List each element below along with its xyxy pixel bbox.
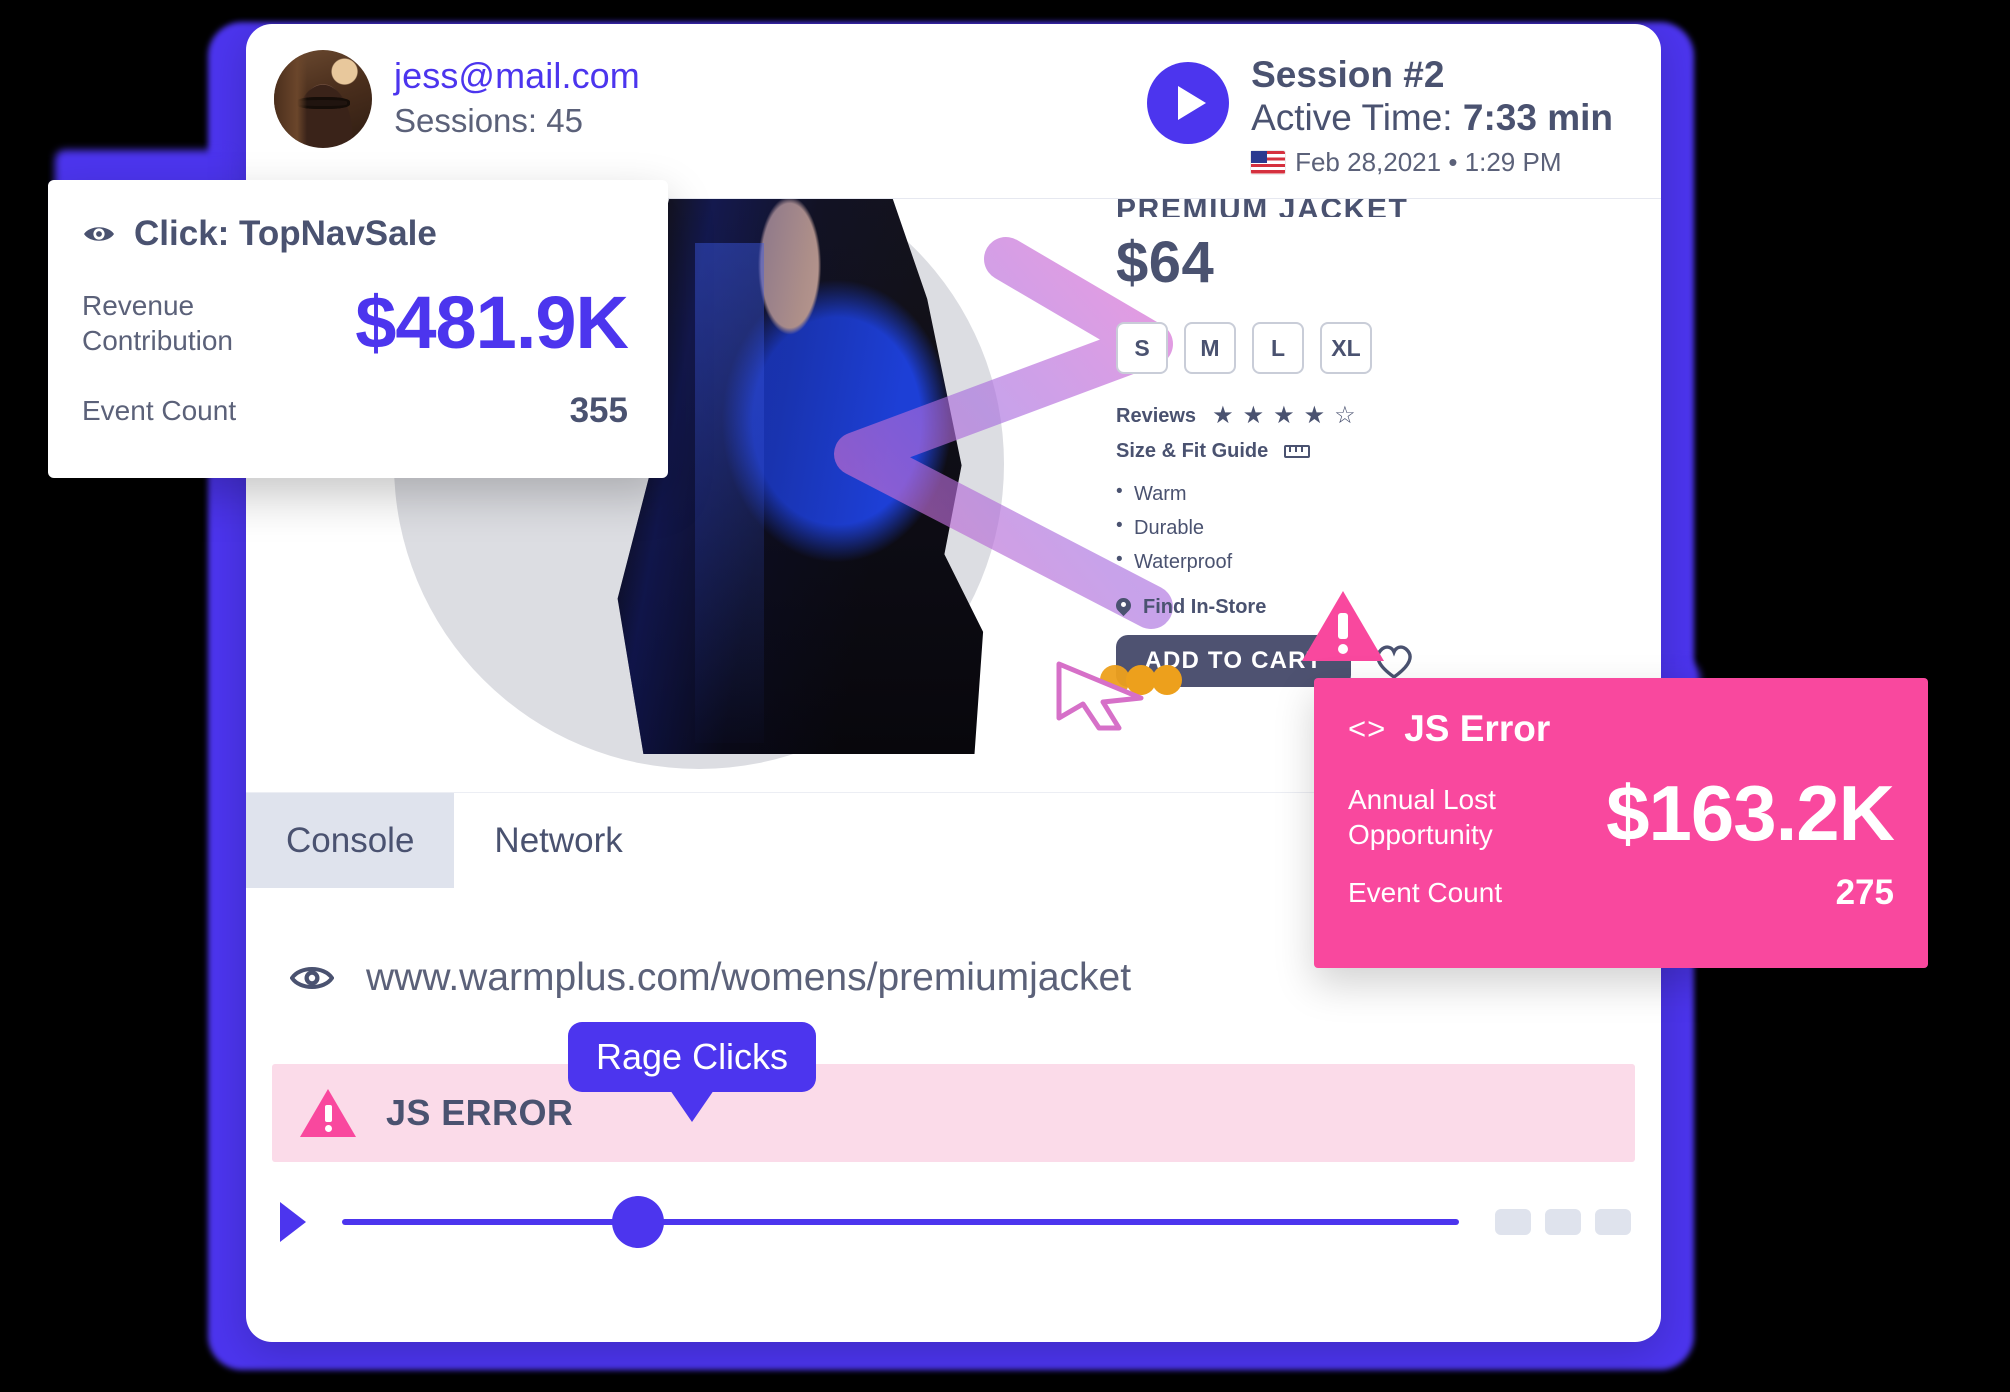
timeline-scrubber[interactable] [612,1196,664,1248]
rage-clicks-tooltip: Rage Clicks [568,1022,817,1122]
size-option-xl[interactable]: XL [1320,322,1372,374]
product-price: $64 [1116,230,1215,295]
product-name: PREMIUM JACKET [1116,199,1409,217]
revenue-contribution-value: $481.9K [355,281,629,364]
tab-console[interactable]: Console [246,793,455,888]
click-event-tooltip: Click: TopNavSale Revenue Contribution $… [48,180,668,478]
timeline-thumbnail[interactable] [1545,1209,1581,1235]
timeline-thumbnail[interactable] [1595,1209,1631,1235]
js-error-tooltip-metric: Annual Lost Opportunity $163.2K [1348,768,1895,859]
playback-timeline [246,1162,1661,1248]
reviews-label: Reviews [1116,404,1197,427]
size-option-s[interactable]: S [1116,322,1168,374]
page-url[interactable]: www.warmplus.com/womens/premiumjacket [366,956,1131,1000]
avatar [274,50,372,148]
us-flag-icon [1251,150,1286,174]
session-block: Session #2 Active Time: 7:33 min Feb 28,… [1147,50,1613,178]
warning-triangle-icon [1302,591,1384,661]
event-count-value: 355 [569,391,628,430]
timeline-play-button[interactable] [280,1202,306,1242]
js-error-tooltip-header: <> JS Error [1348,708,1894,750]
click-tooltip-header: Click: TopNavSale [82,214,628,254]
timeline-track[interactable] [342,1196,1459,1248]
star-empty-icon: ☆ [1334,402,1356,429]
size-fit-guide[interactable]: Size & Fit Guide [1116,440,1586,463]
revenue-contribution-label: Revenue Contribution [82,289,233,356]
eye-icon [84,227,114,241]
session-title: Session #2 [1251,54,1445,95]
js-error-event-bar[interactable]: JS ERROR Rage Clicks [272,1022,1635,1162]
session-active-time: Active Time: 7:33 min [1251,96,1613,140]
feature-item: Waterproof [1116,549,1586,574]
star-filled-icon: ★ [1212,402,1234,429]
user-block: jess@mail.com Sessions: 45 [274,50,640,148]
product-details: PREMIUM JACKET $64 S M L XL Reviews ★ ★ … [1100,199,1586,695]
js-error-label: JS ERROR [386,1092,574,1133]
tab-network[interactable]: Network [454,793,662,888]
feature-item: Durable [1116,515,1586,540]
annual-lost-opportunity-label: Annual Lost Opportunity [1348,784,1496,850]
product-features: Warm Durable Waterproof [1116,481,1586,574]
event-count-label: Event Count [82,395,237,426]
timeline-thumbnail[interactable] [1495,1209,1531,1235]
star-rating: ★ ★ ★ ★ ☆ [1212,404,1356,428]
user-session-count: Sessions: 45 [394,102,583,140]
map-pin-icon [1116,598,1131,618]
size-option-m[interactable]: M [1184,322,1236,374]
size-selector: S M L XL [1116,322,1586,374]
js-error-tooltip: <> JS Error Annual Lost Opportunity $163… [1314,678,1928,968]
size-option-l[interactable]: L [1252,322,1304,374]
session-date-row: Feb 28,2021 • 1:29 PM [1251,147,1613,178]
annual-lost-opportunity-value: $163.2K [1606,769,1895,857]
js-error-tooltip-title: JS Error [1404,708,1551,749]
active-time-value: 7:33 min [1462,97,1613,139]
js-error-tooltip-count: Event Count 275 [1348,873,1894,913]
session-header: jess@mail.com Sessions: 45 Session #2 Ac… [246,24,1661,199]
ruler-icon [1284,445,1311,458]
code-brackets-icon: <> [1348,711,1387,746]
find-in-store-label: Find In-Store [1143,596,1267,618]
star-filled-icon: ★ [1303,402,1326,429]
size-fit-label: Size & Fit Guide [1116,440,1269,462]
star-filled-icon: ★ [1273,402,1295,429]
play-session-button[interactable] [1147,62,1230,144]
active-time-label: Active Time: [1251,97,1453,139]
event-count-value: 275 [1835,873,1894,912]
click-tooltip-metric: Revenue Contribution $481.9K [82,280,629,365]
timeline-thumbnails [1495,1209,1631,1235]
reviews-row[interactable]: Reviews ★ ★ ★ ★ ☆ [1116,404,1586,428]
play-icon [1178,86,1207,120]
click-tooltip-count: Event Count 355 [82,391,628,431]
star-filled-icon: ★ [1242,402,1265,429]
click-tooltip-title: Click: TopNavSale [134,214,437,253]
eye-icon [290,967,334,989]
screenshot-root: jess@mail.com Sessions: 45 Session #2 Ac… [0,0,2010,1392]
feature-item: Warm [1116,481,1586,506]
event-count-label: Event Count [1348,877,1503,908]
cursor-arrow-icon [1056,661,1144,731]
session-date: Feb 28,2021 • 1:29 PM [1295,146,1562,177]
warning-triangle-icon [300,1089,356,1137]
user-email[interactable]: jess@mail.com [394,55,640,96]
